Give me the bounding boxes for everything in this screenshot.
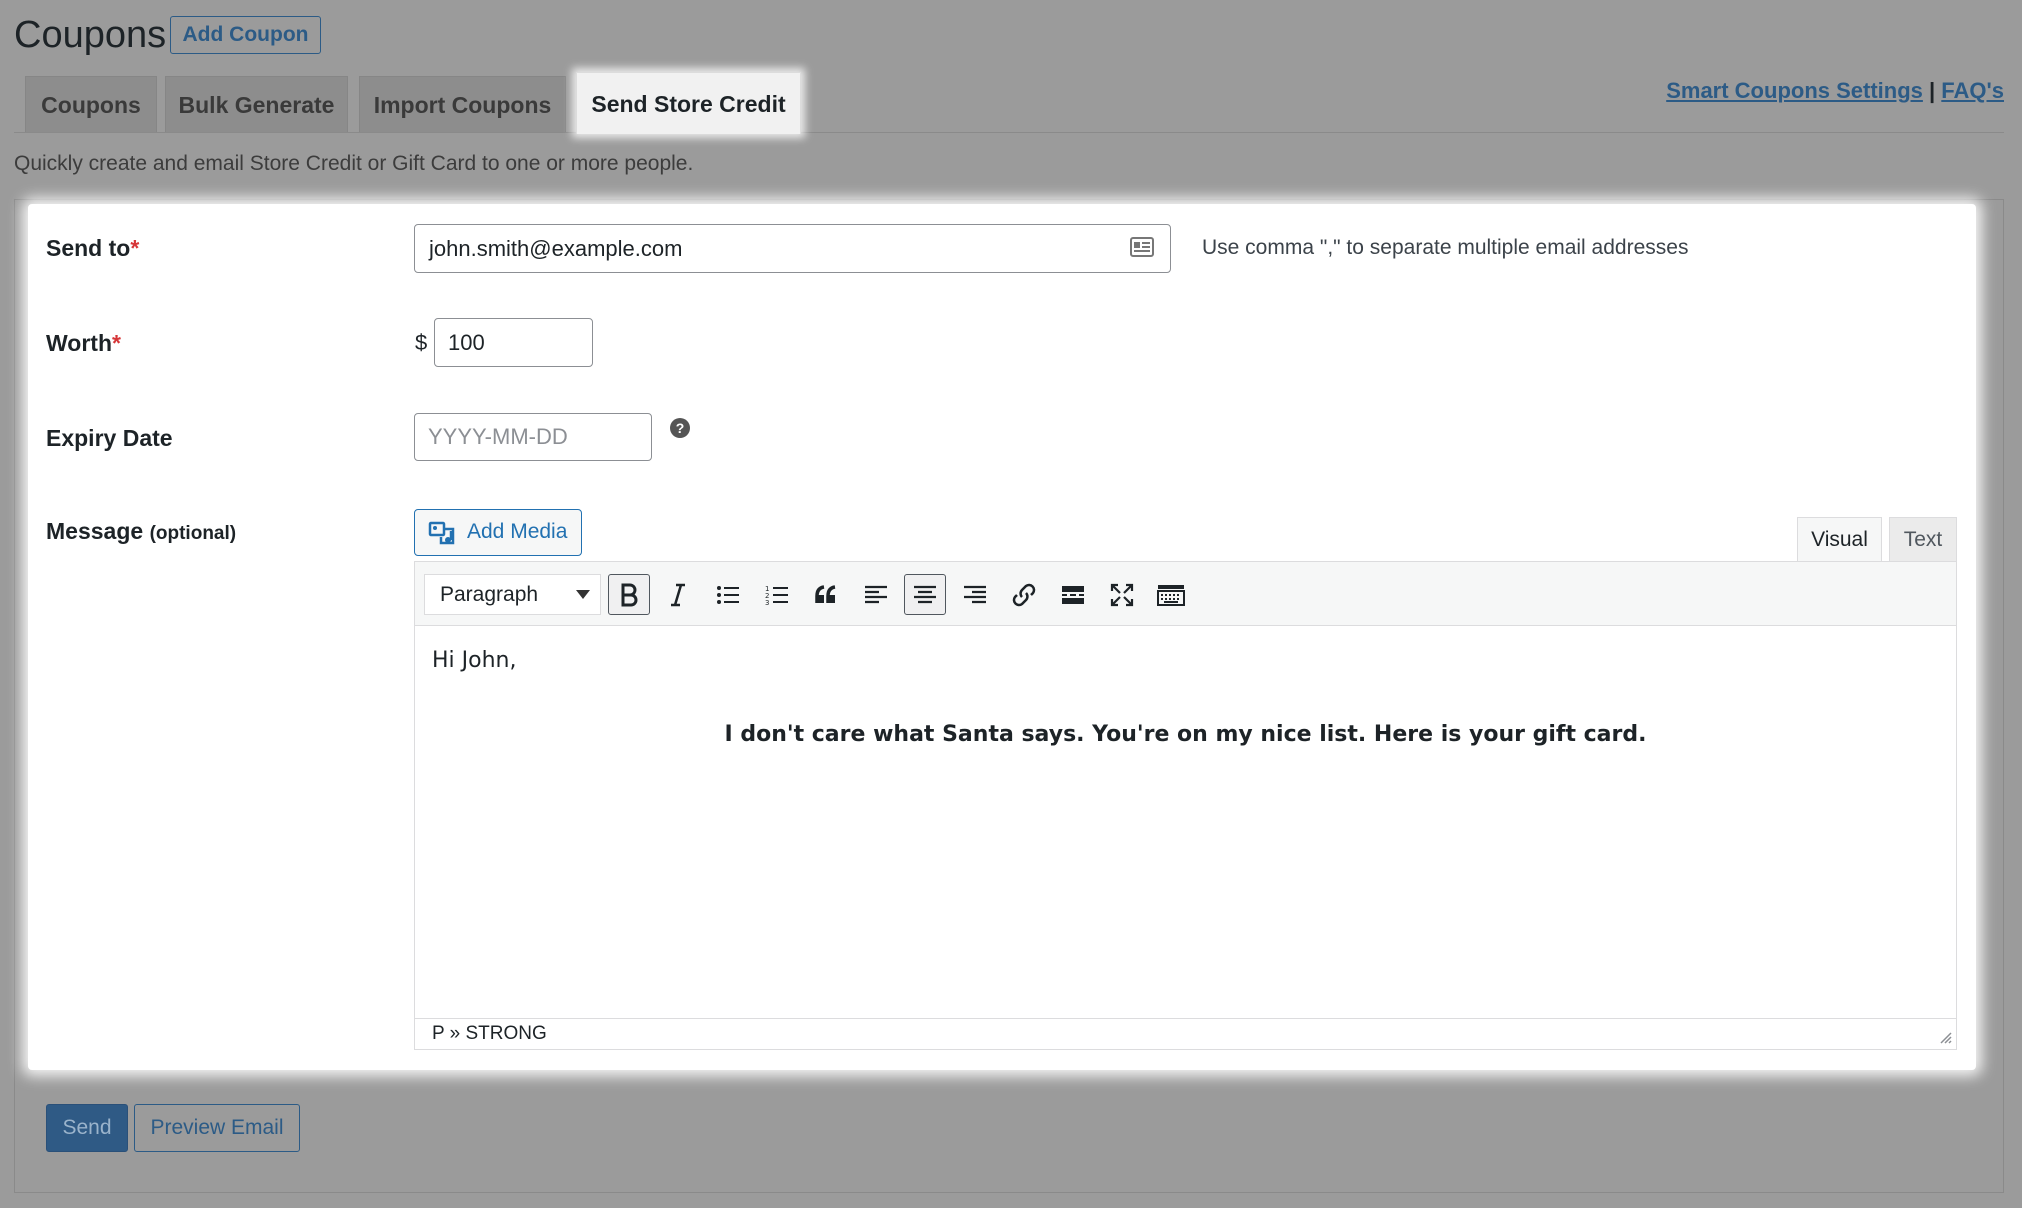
preview-email-button[interactable]: Preview Email (134, 1104, 300, 1152)
align-left-icon[interactable] (855, 574, 897, 615)
page-description: Quickly create and email Store Credit or… (14, 152, 694, 175)
message-content-greeting[interactable]: Hi John, (432, 648, 516, 673)
smart-coupons-settings-link[interactable]: Smart Coupons Settings (1666, 78, 1923, 103)
required-mark: * (112, 330, 121, 356)
message-content-body[interactable]: I don't care what Santa says. You're on … (414, 722, 1957, 747)
message-label: Message (optional) (46, 518, 237, 544)
bullet-list-icon[interactable] (707, 574, 749, 615)
format-select[interactable]: Paragraph (424, 574, 601, 615)
faq-link[interactable]: FAQ's (1941, 78, 2004, 103)
expiry-date-label: Expiry Date (46, 425, 173, 451)
tab-import-coupons[interactable]: Import Coupons (359, 76, 566, 132)
toolbar-toggle-icon[interactable] (1150, 574, 1192, 615)
add-coupon-button[interactable]: Add Coupon (170, 16, 321, 54)
tab-visual[interactable]: Visual (1797, 517, 1882, 563)
align-center-icon[interactable] (904, 574, 946, 615)
italic-icon[interactable] (657, 574, 699, 615)
tabs-divider (14, 132, 2004, 133)
optional-hint: (optional) (149, 523, 237, 544)
blockquote-icon[interactable] (806, 574, 848, 615)
bold-icon[interactable] (608, 574, 650, 615)
contact-card-icon[interactable] (1130, 236, 1154, 258)
fullscreen-icon[interactable] (1101, 574, 1143, 615)
tab-text[interactable]: Text (1889, 517, 1957, 562)
send-button[interactable]: Send (46, 1104, 128, 1152)
tab-coupons[interactable]: Coupons (25, 76, 157, 132)
align-right-icon[interactable] (954, 574, 996, 615)
currency-symbol: $ (415, 330, 428, 355)
required-mark: * (130, 235, 140, 261)
expiry-date-input[interactable]: YYYY-MM-DD (414, 413, 652, 461)
top-links: Smart Coupons Settings | FAQ's (1666, 78, 2004, 104)
tab-send-store-credit[interactable]: Send Store Credit (576, 72, 801, 134)
add-media-icon (428, 519, 458, 547)
resize-handle-icon[interactable] (1938, 1030, 1952, 1044)
link-icon[interactable] (1003, 574, 1045, 615)
send-to-input[interactable]: john.smith@example.com (414, 224, 1171, 273)
editor-path-bar: P » STRONG (415, 1018, 1956, 1049)
read-more-icon[interactable] (1052, 574, 1094, 615)
worth-label: Worth* (46, 330, 121, 356)
page-title: Coupons (14, 14, 167, 56)
worth-input[interactable]: 100 (434, 318, 593, 367)
numbered-list-icon[interactable]: 123 (756, 574, 798, 615)
help-icon[interactable]: ? (670, 418, 690, 438)
svg-text:3: 3 (765, 599, 769, 606)
chevron-down-icon (576, 590, 590, 599)
link-separator: | (1929, 78, 1936, 103)
tab-bulk-generate[interactable]: Bulk Generate (165, 76, 348, 132)
send-to-label: Send to* (46, 235, 140, 261)
message-editor (414, 561, 1957, 1050)
send-to-hint: Use comma "," to separate multiple email… (1202, 236, 1689, 259)
